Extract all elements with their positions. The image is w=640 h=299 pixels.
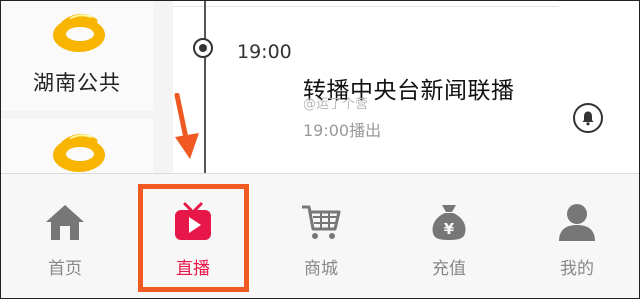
mango-tv-logo-icon [53, 134, 105, 172]
channel-item[interactable] [1, 119, 153, 173]
cart-icon [302, 205, 341, 239]
nav-item-mall[interactable]: 商城 [257, 174, 385, 298]
user-icon [559, 204, 595, 241]
bottom-nav: 首页 直播 商城 ¥ 充值 我的 [1, 173, 639, 298]
nav-label: 商城 [304, 259, 338, 279]
program-schedule: 19:00 转播中央台新闻联播 @运了个营 19:00播出 [173, 1, 639, 173]
svg-text:¥: ¥ [444, 220, 455, 238]
channel-name: 湖南公共 [33, 71, 121, 95]
watermark: @运了个营 [303, 97, 369, 112]
home-icon [46, 205, 84, 240]
highlight-box [138, 184, 249, 292]
nav-label: 充值 [432, 259, 466, 279]
program-time: 19:00 [237, 41, 292, 63]
nav-label: 首页 [48, 259, 82, 279]
timeline-current-dot [193, 38, 213, 58]
nav-label: 我的 [560, 259, 594, 279]
channel-item[interactable]: 湖南公共 [1, 1, 153, 111]
bell-icon [582, 111, 594, 126]
mango-tv-logo-icon [53, 14, 105, 52]
reminder-button[interactable] [573, 103, 603, 133]
previous-program-card [173, 1, 559, 7]
annotation-arrow-icon [174, 93, 199, 159]
nav-item-profile[interactable]: 我的 [513, 174, 639, 298]
program-air-time: 19:00播出 [303, 121, 382, 140]
nav-item-home[interactable]: 首页 [1, 174, 129, 298]
nav-item-recharge[interactable]: ¥ 充值 [385, 174, 513, 298]
money-bag-icon: ¥ [432, 205, 466, 240]
channel-list: 湖南公共 [1, 1, 153, 173]
app-frame: 湖南公共 19:00 转播中央台新闻联播 @运了个营 19:00播出 首页 直播… [0, 0, 640, 299]
